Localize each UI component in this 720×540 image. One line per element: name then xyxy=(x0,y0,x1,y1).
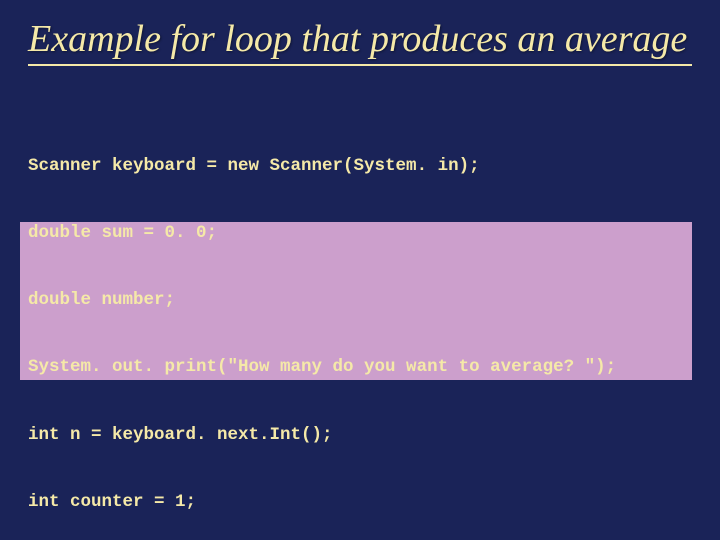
slide: Example for loop that produces an averag… xyxy=(0,0,720,540)
code-line: int counter = 1; xyxy=(28,491,692,513)
code-line: int n = keyboard. next.Int(); xyxy=(28,424,692,446)
slide-title: Example for loop that produces an averag… xyxy=(28,18,692,66)
code-line: Scanner keyboard = new Scanner(System. i… xyxy=(28,155,692,177)
code-block: Scanner keyboard = new Scanner(System. i… xyxy=(28,88,692,540)
code-line: double sum = 0. 0; xyxy=(28,222,692,244)
code-line: System. out. print("How many do you want… xyxy=(28,356,692,378)
code-line: double number; xyxy=(28,289,692,311)
